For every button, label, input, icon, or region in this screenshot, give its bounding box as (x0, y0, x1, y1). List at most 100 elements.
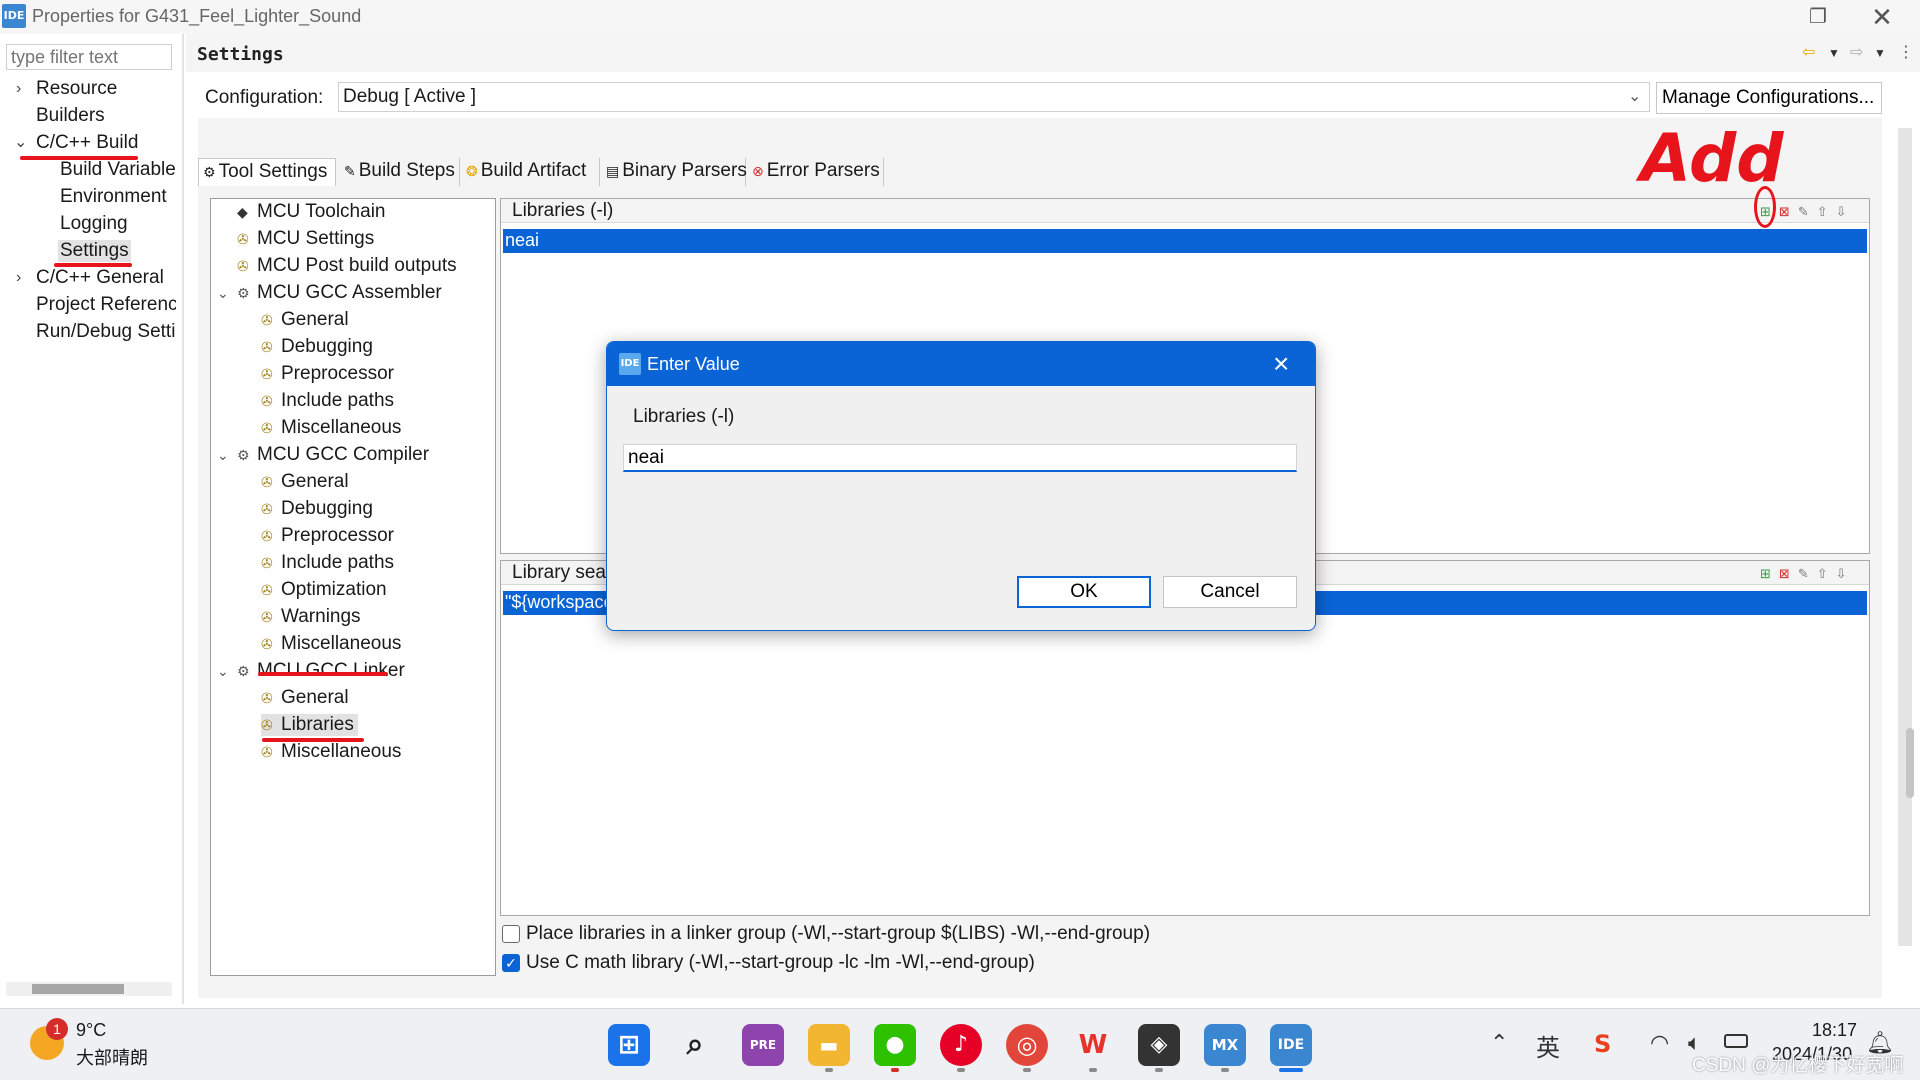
tool-settings-tree: ◆ MCU Toolchain ✇ MCU Settings ✇ MCU Post b… (210, 198, 496, 976)
move-up-icon[interactable]: ⇧ (1817, 566, 1836, 581)
tree-item[interactable]: ✇ Miscellaneous (261, 417, 401, 439)
tab-build-steps[interactable]: ✎ Build Steps (340, 158, 460, 186)
chevron-down-icon[interactable]: ▼ (1828, 46, 1840, 60)
c-math-checkbox[interactable]: ✓ (502, 954, 520, 972)
scroll-thumb[interactable] (1906, 728, 1914, 798)
chevron-up-icon[interactable]: ⌃ (1490, 1030, 1508, 1056)
nav-item-settings[interactable]: Settings (58, 240, 131, 262)
tree-item[interactable]: ✇ MCU Settings (237, 228, 374, 250)
chevron-down-icon[interactable]: ⌄ (217, 447, 229, 464)
tree-item[interactable]: ⚙ MCU GCC Assembler (237, 282, 442, 304)
tree-item[interactable]: ✇ General (261, 687, 349, 709)
tree-item[interactable]: ✇ Include paths (261, 552, 394, 574)
nav-item-resource[interactable]: Resource (36, 78, 117, 100)
chevron-down-icon[interactable]: ⌄ (217, 663, 229, 680)
libraries-row[interactable]: neai (503, 229, 1867, 253)
chevron-right-icon[interactable]: › (16, 269, 21, 287)
red-underline-annotation (262, 738, 364, 742)
wps-icon[interactable]: W (1072, 1024, 1114, 1066)
weather-temperature[interactable]: 9°C (76, 1020, 106, 1041)
sash-divider[interactable] (182, 34, 184, 1004)
tree-item[interactable]: ⚙ MCU GCC Linker (237, 660, 405, 682)
tree-item[interactable]: ✇ Debugging (261, 336, 373, 358)
library-name-input[interactable] (623, 444, 1297, 472)
stm32cubeide-icon[interactable]: IDE (1270, 1024, 1312, 1066)
nav-item-cpp-general[interactable]: C/C++ General (36, 267, 164, 289)
nav-scroll-thumb[interactable] (32, 984, 124, 994)
edit-icon[interactable]: ✎ (1798, 204, 1817, 219)
delete-icon[interactable]: ⊠ (1779, 204, 1798, 219)
chevron-down-icon[interactable]: ▼ (1874, 46, 1886, 60)
move-down-icon[interactable]: ⇩ (1836, 566, 1855, 581)
nav-item-cpp-build[interactable]: C/C++ Build (36, 132, 138, 154)
back-arrow-icon[interactable]: ⇦ (1802, 42, 1815, 62)
nav-item-build-variables[interactable]: Build Variables (60, 159, 176, 181)
input-method-indicator[interactable]: 英 (1536, 1028, 1560, 1063)
add-icon[interactable]: ⊞ (1760, 566, 1779, 581)
weather-description[interactable]: 大部晴朗 (76, 1044, 148, 1070)
vertical-scrollbar[interactable] (1898, 128, 1912, 946)
edit-icon[interactable]: ✎ (1798, 566, 1817, 581)
tree-item[interactable]: ✇ Preprocessor (261, 363, 394, 385)
tree-item[interactable]: ✇ Miscellaneous (261, 633, 401, 655)
close-icon[interactable]: ✕ (1862, 2, 1902, 32)
configuration-select[interactable]: Debug [ Active ] (338, 82, 1650, 112)
wechat-icon[interactable]: ● (874, 1024, 916, 1066)
search-icon[interactable]: ⌕ (674, 1024, 716, 1066)
chevron-down-icon[interactable]: ⌄ (217, 285, 229, 302)
filter-input[interactable] (6, 44, 172, 70)
tab-error-parsers[interactable]: ⊗ Error Parsers (748, 158, 884, 186)
linker-group-checkbox[interactable] (502, 925, 520, 943)
move-up-icon[interactable]: ⇧ (1817, 204, 1836, 219)
tab-binary-parsers[interactable]: ▤ Binary Parsers (602, 158, 747, 186)
settings-icon: ✇ (261, 474, 273, 490)
sogou-ime-icon[interactable]: S (1594, 1030, 1611, 1058)
stm32cubemx-icon[interactable]: MX (1204, 1024, 1246, 1066)
tree-item[interactable]: ✇ Include paths (261, 390, 394, 412)
tree-item[interactable]: ✇ Debugging (261, 498, 373, 520)
clock-time[interactable]: 18:17 (1812, 1020, 1857, 1041)
tree-item[interactable]: ✇ MCU Post build outputs (237, 255, 457, 277)
chevron-down-icon[interactable]: ⌄ (14, 132, 27, 152)
red-underline-annotation (54, 263, 132, 267)
settings-header (186, 34, 1920, 72)
restore-icon[interactable]: ❐ (1798, 2, 1838, 32)
tree-item[interactable]: ⚙ MCU GCC Compiler (237, 444, 429, 466)
tree-item[interactable]: ✇ Warnings (261, 606, 361, 628)
ok-button[interactable]: OK (1017, 576, 1151, 608)
tree-item[interactable]: ✇ General (261, 471, 349, 493)
libraries-header: Libraries (-l) (501, 199, 1869, 223)
tree-item[interactable]: ✇ Miscellaneous (261, 741, 401, 763)
cancel-button[interactable]: Cancel (1163, 576, 1297, 608)
wifi-icon[interactable]: ◠ (1650, 1030, 1669, 1056)
delete-icon[interactable]: ⊠ (1779, 566, 1798, 581)
tree-item[interactable]: ✇ General (261, 309, 349, 331)
toolchain-icon: ◆ (237, 204, 248, 220)
settings-icon: ✇ (261, 609, 273, 625)
nav-item-builders[interactable]: Builders (36, 105, 105, 127)
start-icon[interactable]: ⊞ (608, 1024, 650, 1066)
file-explorer-icon[interactable]: ▬ (808, 1024, 850, 1066)
move-down-icon[interactable]: ⇩ (1836, 204, 1855, 219)
battery-icon[interactable] (1724, 1034, 1748, 1048)
nav-item-logging[interactable]: Logging (60, 213, 128, 235)
nav-item-run-debug-settings[interactable]: Run/Debug Settings (36, 321, 176, 343)
nav-item-project-references[interactable]: Project References (36, 294, 176, 316)
chevron-down-icon[interactable]: ⌄ (1628, 86, 1641, 106)
tree-item-libraries[interactable]: ✇ Libraries (261, 714, 358, 736)
forward-arrow-icon[interactable]: ⇨ (1850, 42, 1863, 62)
tree-item[interactable]: ✇ Preprocessor (261, 525, 394, 547)
netease-music-icon[interactable]: ♪ (940, 1024, 982, 1066)
tree-item[interactable]: ✇ Optimization (261, 579, 387, 601)
manage-configurations-button[interactable]: Manage Configurations... (1656, 82, 1882, 114)
tree-item[interactable]: ◆ MCU Toolchain (237, 201, 385, 223)
copilot-icon[interactable]: PRE (742, 1024, 784, 1066)
tab-tool-settings[interactable]: ⚙ Tool Settings (198, 158, 336, 186)
board-tool-icon[interactable]: ◈ (1138, 1024, 1180, 1066)
nav-item-environment[interactable]: Environment (60, 186, 167, 208)
more-options-icon[interactable]: ⋮ (1898, 42, 1914, 62)
close-icon[interactable]: × (1273, 348, 1289, 380)
chrome-icon[interactable]: ◎ (1006, 1024, 1048, 1066)
chevron-right-icon[interactable]: › (16, 80, 21, 98)
tab-build-artifact[interactable]: ❂ Build Artifact (462, 158, 600, 186)
